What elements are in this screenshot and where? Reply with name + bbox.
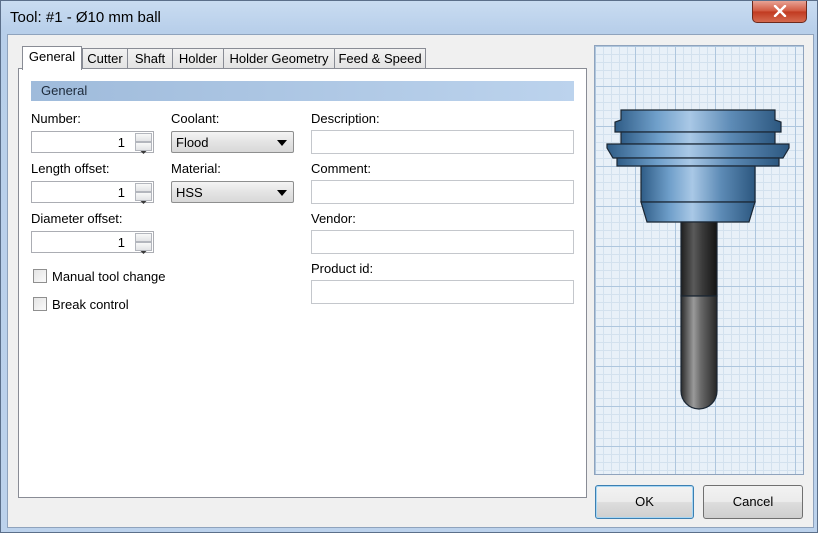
material-dropdown[interactable]: HSS bbox=[171, 181, 294, 203]
spin-down-icon bbox=[140, 151, 147, 154]
diameter-offset-value[interactable]: 1 bbox=[118, 235, 125, 250]
description-field[interactable] bbox=[311, 130, 574, 154]
holder-body bbox=[640, 165, 756, 203]
window-title: Tool: #1 - Ø10 mm ball bbox=[10, 9, 161, 26]
break-control-checkbox[interactable] bbox=[33, 297, 47, 311]
tool-preview bbox=[594, 45, 804, 475]
tab-general[interactable]: General bbox=[22, 46, 82, 70]
holder-flange-bottom bbox=[606, 143, 790, 159]
diameter-offset-up-button[interactable] bbox=[135, 233, 152, 245]
shaft bbox=[680, 221, 718, 297]
diameter-offset-label: Diameter offset: bbox=[31, 211, 123, 226]
close-button[interactable] bbox=[752, 1, 807, 23]
coolant-value: Flood bbox=[176, 135, 209, 150]
close-icon bbox=[773, 5, 787, 17]
product-id-label: Product id: bbox=[311, 261, 374, 276]
coolant-dropdown[interactable]: Flood bbox=[171, 131, 294, 153]
dialog-body: General Cutter Shaft Holder Holder Geome… bbox=[7, 34, 814, 528]
spin-down-icon bbox=[140, 251, 147, 254]
section-header-general: General bbox=[31, 81, 574, 101]
length-offset-label: Length offset: bbox=[31, 161, 110, 176]
tab-shaft[interactable]: Shaft bbox=[127, 48, 173, 69]
tool-illustration bbox=[606, 109, 790, 410]
vendor-field[interactable] bbox=[311, 230, 574, 254]
number-spinner[interactable]: 1 bbox=[31, 131, 154, 154]
diameter-offset-spinner[interactable]: 1 bbox=[31, 231, 154, 254]
tab-holder[interactable]: Holder bbox=[172, 48, 224, 69]
description-label: Description: bbox=[311, 111, 380, 126]
tab-feed-speed[interactable]: Feed & Speed bbox=[334, 48, 426, 69]
holder-groove bbox=[620, 131, 776, 145]
cancel-button[interactable]: Cancel bbox=[703, 485, 803, 519]
ok-button[interactable]: OK bbox=[595, 485, 694, 519]
general-tab-panel: General Number: 1 Length offset: 1 Diame… bbox=[18, 68, 587, 498]
holder-nose bbox=[640, 201, 756, 223]
number-up-button[interactable] bbox=[135, 133, 152, 145]
number-spin-buttons bbox=[135, 133, 152, 154]
break-control-label[interactable]: Break control bbox=[52, 297, 129, 312]
length-offset-down-button[interactable] bbox=[135, 192, 152, 204]
title-bar[interactable]: Tool: #1 - Ø10 mm ball bbox=[1, 1, 817, 35]
length-offset-value[interactable]: 1 bbox=[118, 185, 125, 200]
manual-tool-change-label[interactable]: Manual tool change bbox=[52, 269, 165, 284]
holder-flange-lip bbox=[616, 157, 780, 167]
tool-dialog: Tool: #1 - Ø10 mm ball General Cutter Sh… bbox=[0, 0, 818, 533]
comment-label: Comment: bbox=[311, 161, 371, 176]
spin-down-icon bbox=[140, 201, 147, 204]
diameter-offset-down-button[interactable] bbox=[135, 242, 152, 254]
length-offset-spin-buttons bbox=[135, 183, 152, 204]
length-offset-up-button[interactable] bbox=[135, 183, 152, 195]
number-down-button[interactable] bbox=[135, 142, 152, 154]
number-label: Number: bbox=[31, 111, 81, 126]
dropdown-arrow-icon bbox=[277, 190, 287, 196]
manual-tool-change-checkbox[interactable] bbox=[33, 269, 47, 283]
length-offset-spinner[interactable]: 1 bbox=[31, 181, 154, 204]
holder-flange-top bbox=[614, 109, 782, 133]
tab-cutter[interactable]: Cutter bbox=[82, 48, 128, 69]
coolant-label: Coolant: bbox=[171, 111, 220, 126]
vendor-label: Vendor: bbox=[311, 211, 356, 226]
material-label: Material: bbox=[171, 161, 221, 176]
product-id-field[interactable] bbox=[311, 280, 574, 304]
number-value[interactable]: 1 bbox=[118, 135, 125, 150]
tab-holder-geometry[interactable]: Holder Geometry bbox=[223, 48, 335, 69]
ball-cutter bbox=[680, 295, 718, 410]
material-value: HSS bbox=[176, 185, 203, 200]
comment-field[interactable] bbox=[311, 180, 574, 204]
dropdown-arrow-icon bbox=[277, 140, 287, 146]
diameter-offset-spin-buttons bbox=[135, 233, 152, 254]
